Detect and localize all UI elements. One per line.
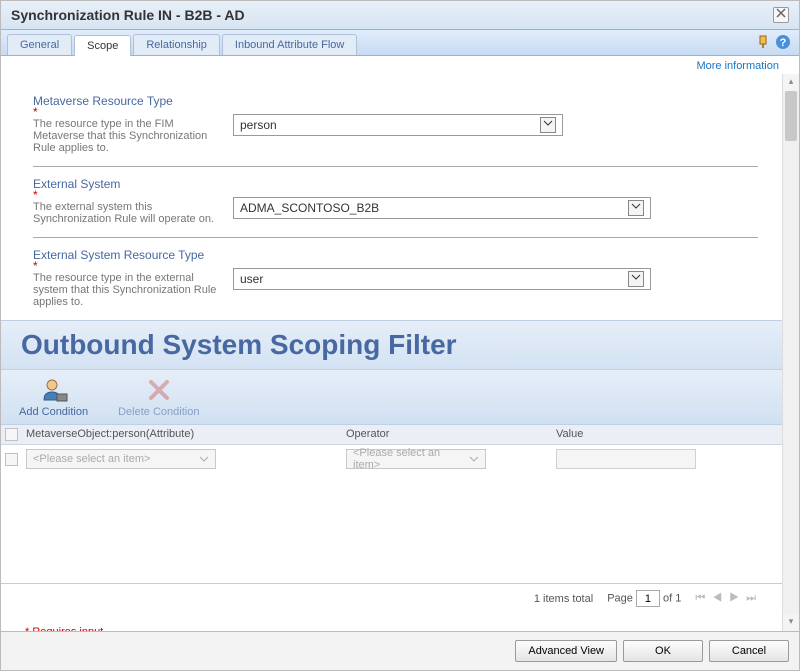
page-current-input[interactable] [636,590,660,607]
dialog-footer: Advanced View OK Cancel [1,631,799,670]
dialog-title: Synchronization Rule IN - B2B - AD [11,7,245,23]
delete-icon [145,376,173,404]
scoping-filter-panel-header: Outbound System Scoping Filter [1,320,782,370]
external-system-value: ADMA_SCONTOSO_B2B [240,201,379,215]
required-note: * Requires input [1,613,782,631]
content-pane: Metaverse Resource Type * The resource t… [1,74,782,631]
delete-condition-label: Delete Condition [118,406,199,418]
cancel-button[interactable]: Cancel [709,640,789,662]
metaverse-type-help: The resource type in the FIM Metaverse t… [33,118,217,154]
tab-inbound-attribute-flow[interactable]: Inbound Attribute Flow [222,34,357,55]
add-user-icon [40,376,68,404]
chevron-down-icon [469,454,479,464]
select-all-checkbox[interactable] [5,428,18,441]
metaverse-type-select[interactable]: person [233,114,563,136]
scroll-thumb[interactable] [785,91,797,141]
add-condition-label: Add Condition [19,406,88,418]
page-next-button[interactable]: ▶ [729,592,741,604]
page-prev-button[interactable]: ◀ [712,592,724,604]
svg-text:?: ? [780,37,787,49]
delete-condition-button: Delete Condition [118,376,199,418]
required-indicator: * [33,108,217,116]
column-operator: Operator [346,428,556,441]
external-type-value: user [240,272,263,286]
external-type-select[interactable]: user [233,268,651,290]
tab-general[interactable]: General [7,34,72,55]
chevron-down-icon [540,117,556,133]
advanced-view-button[interactable]: Advanced View [515,640,617,662]
condition-row: <Please select an item> <Please select a… [1,445,782,473]
close-icon [776,8,786,18]
scroll-down-button[interactable]: ▾ [783,614,799,631]
help-icon[interactable]: ? [775,34,791,53]
column-value: Value [556,428,782,441]
condition-grid-header: MetaverseObject:person(Attribute) Operat… [1,425,782,445]
pager-bar: 1 items total Page of 1 ⏮ ◀ ▶ ⏭ [1,583,782,613]
page-of-text: of 1 [663,593,681,605]
scoping-filter-heading: Outbound System Scoping Filter [21,329,762,361]
chevron-down-icon [199,454,209,464]
tab-relationship[interactable]: Relationship [133,34,220,55]
page-label: Page [607,593,633,605]
external-type-help: The resource type in the external system… [33,272,217,308]
metaverse-type-label: Metaverse Resource Type [33,94,217,108]
tabbar: General Scope Relationship Inbound Attri… [1,30,799,56]
chevron-down-icon [628,271,644,287]
scoping-filter-toolbar: Add Condition Delete Condition [1,370,782,425]
chevron-down-icon [628,200,644,216]
tab-scope[interactable]: Scope [74,35,131,56]
vertical-scrollbar[interactable]: ▴ ▾ [782,74,799,631]
more-information-link[interactable]: More information [1,56,799,74]
external-system-select[interactable]: ADMA_SCONTOSO_B2B [233,197,651,219]
page-first-button[interactable]: ⏮ [695,592,707,604]
column-attribute: MetaverseObject:person(Attribute) [26,428,346,441]
close-button[interactable] [773,7,789,23]
scroll-up-button[interactable]: ▴ [783,74,799,91]
ok-button[interactable]: OK [623,640,703,662]
metaverse-type-value: person [240,118,277,132]
required-indicator: * [33,191,217,199]
page-last-button[interactable]: ⏭ [746,592,758,604]
add-condition-button[interactable]: Add Condition [19,376,88,418]
external-system-label: External System [33,177,217,191]
external-type-label: External System Resource Type [33,248,217,262]
titlebar: Synchronization Rule IN - B2B - AD [1,1,799,30]
value-input[interactable] [556,449,696,469]
operator-select[interactable]: <Please select an item> [346,449,486,469]
row-checkbox[interactable] [5,453,18,466]
pin-icon[interactable] [755,34,771,53]
items-total-text: 1 items total [534,593,593,605]
external-system-help: The external system this Synchronization… [33,201,217,225]
attribute-select[interactable]: <Please select an item> [26,449,216,469]
required-indicator: * [33,262,217,270]
